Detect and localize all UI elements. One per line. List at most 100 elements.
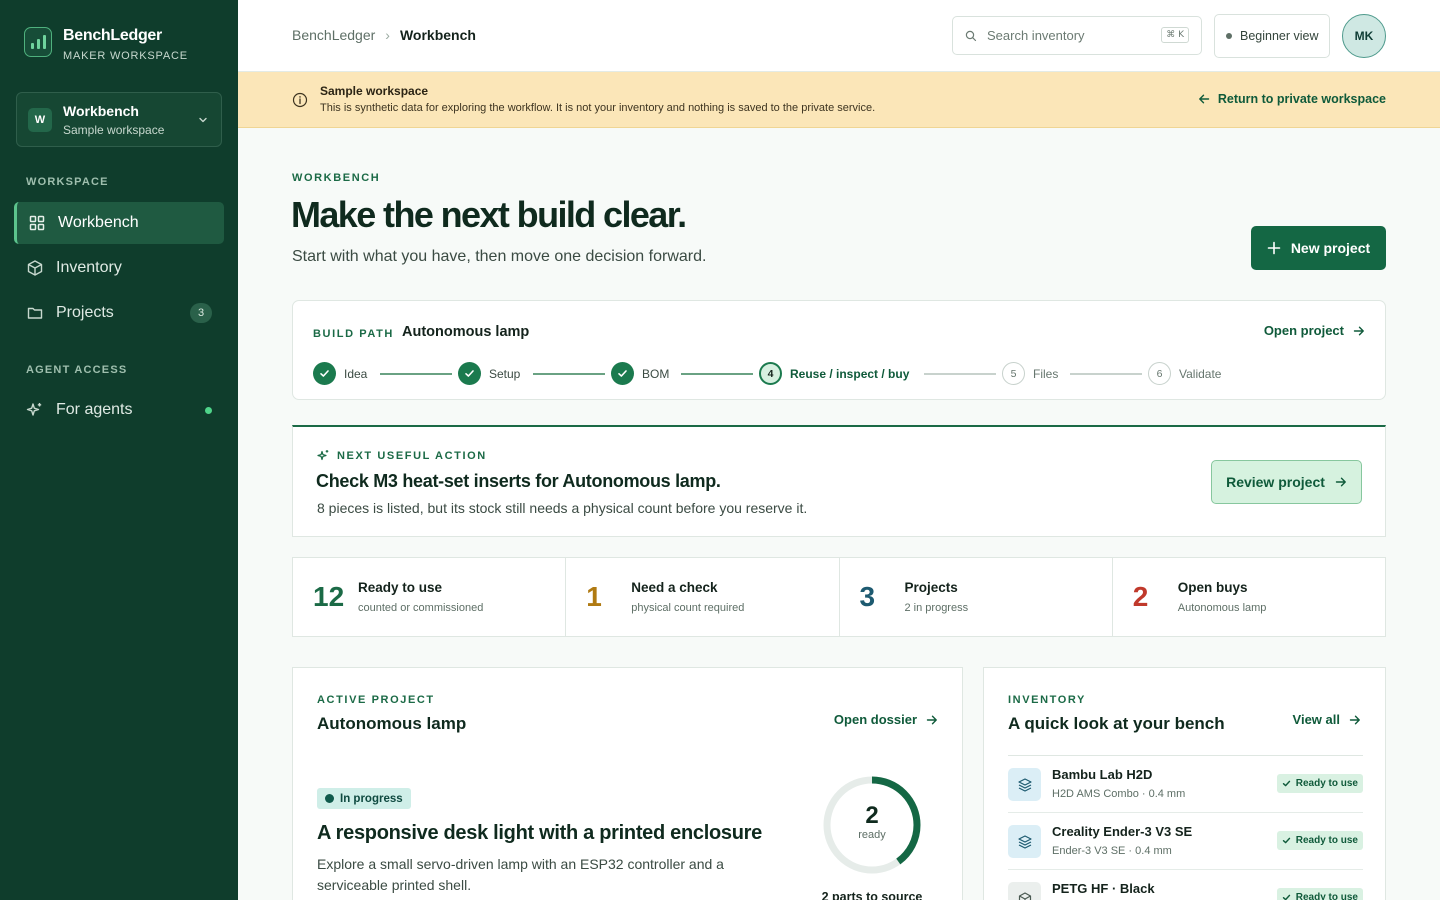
arrow-right-icon (1349, 715, 1360, 724)
view-all-link[interactable]: View all (1293, 712, 1361, 727)
stat-subtext: 2 in progress (904, 602, 969, 614)
status-label: Ready to use (1295, 835, 1358, 846)
list-item[interactable]: Bambu Lab H2D H2D AMS Combo · 0.4 mm Rea… (1008, 756, 1363, 813)
return-link-label: Return to private workspace (1217, 92, 1386, 106)
status-badge: Ready to use (1276, 774, 1363, 793)
banner-text: This is synthetic data for exploring the… (320, 102, 876, 114)
nav-section-agent-access: AGENT ACCESS (26, 364, 128, 376)
check-icon (1282, 780, 1290, 787)
inventory-list: Bambu Lab H2D H2D AMS Combo · 0.4 mm Rea… (1008, 755, 1363, 900)
step-label: Reuse / inspect / buy (790, 366, 910, 381)
inventory-item-name: Creality Ender-3 V3 SE (1052, 824, 1193, 839)
step-connector (380, 373, 452, 375)
layers-icon (1008, 768, 1041, 801)
inventory-item-name: Bambu Lab H2D (1052, 767, 1153, 782)
stat-value: 2 (1132, 581, 1149, 612)
step-validate[interactable]: 6 Validate (1148, 362, 1221, 385)
inventory-item-detail: H2D AMS Combo · 0.4 mm (1052, 788, 1186, 800)
page-title: Make the next build clear. (291, 194, 687, 235)
step-label: Setup (489, 366, 521, 381)
step-label: Idea (344, 366, 368, 381)
open-project-link[interactable]: Open project (1264, 323, 1365, 338)
plus-icon (1267, 241, 1281, 255)
sidebar-item-label: For agents (56, 401, 133, 418)
workspace-name: Workbench (63, 102, 139, 119)
sidebar: BenchLedger MAKER WORKSPACE W Workbench … (0, 0, 238, 900)
status-badge: In progress (317, 788, 411, 809)
inventory-title: A quick look at your bench (1008, 714, 1225, 733)
step-bom[interactable]: BOM (611, 362, 669, 385)
open-dossier-link[interactable]: Open dossier (834, 712, 938, 727)
open-dossier-label: Open dossier (833, 712, 917, 727)
workspace-subtitle: Sample workspace (63, 122, 165, 137)
list-item[interactable]: Creality Ender-3 V3 SE Ender-3 V3 SE · 0… (1008, 813, 1363, 870)
folder-icon (27, 307, 43, 319)
inventory-item-detail: Ender-3 V3 SE · 0.4 mm (1052, 845, 1172, 857)
brand-subtitle: MAKER WORKSPACE (63, 50, 188, 62)
build-path-card: BUILD PATH Autonomous lamp Open project … (292, 300, 1386, 400)
box-icon (27, 260, 43, 276)
step-number: 5 (1002, 362, 1025, 385)
step-reuse-inspect-buy[interactable]: 4 Reuse / inspect / buy (759, 362, 909, 385)
stat-value: 12 (313, 581, 345, 612)
check-icon (313, 362, 336, 385)
sample-workspace-banner: Sample workspace This is synthetic data … (238, 72, 1440, 128)
step-connector (533, 373, 605, 375)
step-number: 6 (1148, 362, 1171, 385)
step-setup[interactable]: Setup (458, 362, 520, 385)
list-item[interactable]: PETG HF · Black Ready to use (1008, 870, 1363, 900)
review-project-button[interactable]: Review project (1211, 460, 1362, 504)
stat-open-buys[interactable]: 2 Open buys Autonomous lamp (1113, 558, 1385, 636)
stat-need-a-check[interactable]: 1 Need a check physical count required (566, 558, 840, 636)
search-input[interactable] (987, 28, 1147, 43)
ready-label: ready (858, 829, 886, 841)
step-idea[interactable]: Idea (313, 362, 367, 385)
sidebar-item-label: Projects (56, 304, 114, 321)
view-all-label: View all (1292, 712, 1340, 727)
stat-projects[interactable]: 3 Projects 2 in progress (840, 558, 1113, 636)
top-bar: BenchLedger › Workbench ⌘ K Beginner vie… (238, 0, 1440, 72)
step-number: 4 (759, 362, 782, 385)
stat-label: Ready to use (358, 580, 443, 595)
ready-count: 2 (865, 802, 879, 829)
view-mode-label: Beginner view (1240, 29, 1319, 43)
stat-ready-to-use[interactable]: 12 Ready to use counted or commissioned (293, 558, 567, 636)
stat-subtext: physical count required (631, 602, 745, 614)
breadcrumb-root[interactable]: BenchLedger (292, 27, 375, 43)
brand[interactable]: BenchLedger MAKER WORKSPACE (24, 27, 188, 62)
inventory-item-name: PETG HF · Black (1052, 881, 1155, 896)
status-badge: Ready to use (1276, 831, 1363, 850)
next-action-eyebrow: NEXT USEFUL ACTION (317, 449, 487, 462)
build-path-eyebrow: BUILD PATH (313, 328, 394, 340)
stat-subtext: counted or commissioned (358, 602, 484, 614)
arrow-left-icon (1198, 94, 1210, 104)
page-eyebrow: WORKBENCH (292, 172, 381, 184)
search-box[interactable]: ⌘ K (952, 16, 1202, 55)
step-files[interactable]: 5 Files (1002, 362, 1058, 385)
info-icon (292, 92, 308, 108)
sidebar-item-for-agents[interactable]: For agents (14, 389, 224, 431)
parts-to-source: 2 parts to source (821, 890, 923, 900)
sidebar-item-projects[interactable]: Projects 3 (14, 292, 224, 334)
sidebar-item-inventory[interactable]: Inventory (14, 247, 224, 289)
new-project-button[interactable]: New project (1251, 226, 1386, 270)
step-connector (681, 373, 753, 375)
workspace-avatar: W (28, 107, 52, 132)
active-project-eyebrow: ACTIVE PROJECT (317, 694, 435, 706)
check-icon (611, 362, 634, 385)
project-description: Explore a small servo-driven lamp with a… (317, 856, 724, 893)
arrow-right-icon (1353, 326, 1364, 335)
workspace-switcher[interactable]: W Workbench Sample workspace (16, 92, 222, 147)
build-path-project: Autonomous lamp (402, 324, 530, 340)
open-project-label: Open project (1263, 323, 1344, 338)
inventory-card: INVENTORY A quick look at your bench Vie… (983, 667, 1386, 900)
box-icon (1008, 882, 1041, 900)
sidebar-item-workbench[interactable]: Workbench (14, 202, 224, 244)
step-label: Validate (1179, 366, 1222, 381)
user-avatar[interactable]: MK (1342, 14, 1386, 58)
return-to-private-link[interactable]: Return to private workspace (1198, 92, 1386, 106)
brand-name: BenchLedger (63, 27, 162, 44)
stat-value: 1 (586, 581, 602, 612)
view-mode-toggle[interactable]: Beginner view (1214, 14, 1330, 58)
step-connector (1070, 373, 1142, 375)
